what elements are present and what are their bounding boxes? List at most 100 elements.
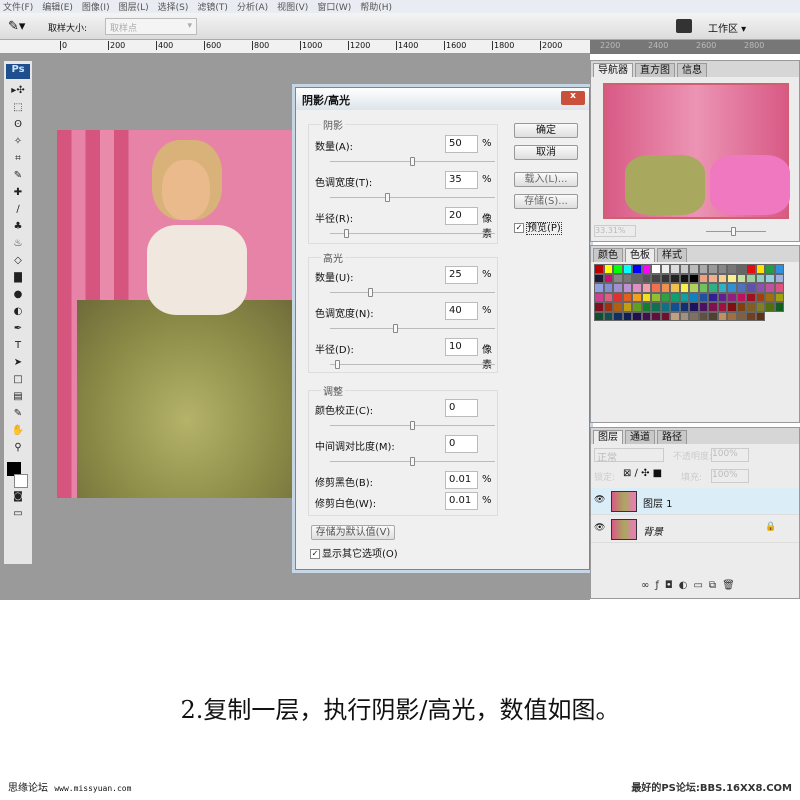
slider-thumb[interactable] [409, 457, 415, 466]
notes-tool-icon[interactable]: ▤ [4, 388, 32, 405]
color-swatch[interactable] [660, 264, 670, 274]
quick-mask-icon[interactable]: ◙ [4, 488, 32, 505]
color-swatch[interactable] [603, 311, 613, 321]
color-swatch[interactable] [622, 264, 632, 274]
color-swatch[interactable] [622, 283, 632, 293]
color-swatch[interactable] [679, 273, 689, 283]
menu-item[interactable]: 图层(L) [119, 0, 149, 13]
color-swatch[interactable] [755, 264, 765, 274]
color-correction-slider[interactable] [330, 421, 495, 433]
tab-2[interactable]: 直方图 [635, 63, 675, 77]
color-swatch[interactable] [632, 302, 642, 312]
color-swatch[interactable] [613, 311, 623, 321]
tab-2[interactable]: 通道 [625, 430, 655, 444]
layer-row[interactable]: 👁 图层 1 [591, 488, 799, 515]
eyedropper-tool-icon[interactable]: ✎ [4, 167, 32, 184]
color-swatch[interactable] [651, 302, 661, 312]
color-swatch[interactable] [651, 311, 661, 321]
color-swatch[interactable] [594, 292, 604, 302]
color-swatch[interactable] [641, 283, 651, 293]
color-swatch[interactable] [736, 283, 746, 293]
slider-thumb[interactable] [731, 227, 736, 236]
lasso-tool-icon[interactable]: ʘ [4, 116, 32, 133]
lock-icons[interactable]: ⊠ ∕ ✣ ■ [623, 468, 662, 479]
color-swatch[interactable] [670, 273, 680, 283]
color-swatch[interactable] [622, 311, 632, 321]
color-swatch[interactable] [755, 311, 765, 321]
color-swatch[interactable] [698, 273, 708, 283]
highlight-radius-input[interactable]: 10 [445, 338, 478, 356]
color-swatch[interactable] [774, 264, 784, 274]
color-swatch[interactable] [603, 302, 613, 312]
color-swatch[interactable] [717, 273, 727, 283]
color-swatch[interactable] [660, 302, 670, 312]
move-tool-icon[interactable]: ▸✣ [4, 82, 32, 99]
bridge-icon[interactable] [676, 19, 692, 33]
color-swatch[interactable] [746, 273, 756, 283]
slider-thumb[interactable] [368, 288, 374, 297]
zoom-tool-icon[interactable]: ⚲ [4, 439, 32, 456]
color-swatch[interactable] [736, 273, 746, 283]
load-button[interactable]: 载入(L)... [514, 172, 578, 187]
color-swatch[interactable] [594, 302, 604, 312]
color-swatch[interactable] [670, 264, 680, 274]
eye-icon[interactable]: 👁 [594, 523, 605, 533]
color-swatch[interactable] [689, 311, 699, 321]
navigator-zoom-slider[interactable] [706, 227, 766, 236]
color-swatch[interactable] [717, 302, 727, 312]
shadow-tone-slider[interactable] [330, 193, 495, 205]
slider-thumb[interactable] [393, 324, 398, 333]
color-swatch[interactable] [594, 264, 604, 274]
eyedropper-tool-icon[interactable]: ✎▾ [8, 19, 25, 34]
shadow-radius-input[interactable]: 20 [445, 207, 478, 225]
color-swatch[interactable] [622, 302, 632, 312]
color-swatch[interactable] [622, 273, 632, 283]
color-swatch[interactable] [632, 264, 642, 274]
highlight-amount-slider[interactable] [330, 288, 495, 300]
color-swatch[interactable] [765, 264, 775, 274]
color-swatch[interactable] [679, 292, 689, 302]
tab-1[interactable]: 导航器 [593, 63, 633, 77]
color-swatch[interactable] [755, 273, 765, 283]
brush-tool-icon[interactable]: ∕ [4, 201, 32, 218]
color-swatch[interactable] [765, 302, 775, 312]
color-swatch[interactable] [613, 302, 623, 312]
midtone-contrast-input[interactable]: 0 [445, 435, 478, 453]
save-button[interactable]: 存储(S)... [514, 194, 578, 209]
opacity-input[interactable]: 100% [711, 448, 749, 462]
color-swatch[interactable] [660, 311, 670, 321]
color-swatch[interactable] [613, 292, 623, 302]
stamp-tool-icon[interactable]: ♣ [4, 218, 32, 235]
color-swatch[interactable] [698, 292, 708, 302]
color-swatch[interactable] [641, 311, 651, 321]
color-swatch[interactable] [727, 273, 737, 283]
color-swatch[interactable] [679, 311, 689, 321]
color-swatch[interactable] [660, 283, 670, 293]
color-swatch[interactable] [736, 311, 746, 321]
color-swatch[interactable] [660, 292, 670, 302]
blur-tool-icon[interactable]: ● [4, 286, 32, 303]
color-swatch[interactable] [717, 283, 727, 293]
color-swatch[interactable] [651, 264, 661, 274]
background-color-swatch[interactable] [14, 474, 28, 488]
color-swatch[interactable] [698, 302, 708, 312]
highlight-tone-input[interactable]: 40 [445, 302, 478, 320]
color-swatch[interactable] [670, 311, 680, 321]
color-swatch[interactable] [651, 283, 661, 293]
color-swatch[interactable] [727, 264, 737, 274]
color-swatch[interactable] [594, 273, 604, 283]
document-image[interactable] [57, 130, 295, 498]
menu-item[interactable]: 滤镜(T) [197, 0, 228, 13]
slider-thumb[interactable] [335, 360, 341, 369]
color-swatch[interactable] [746, 302, 756, 312]
color-swatch[interactable] [632, 273, 642, 283]
crop-tool-icon[interactable]: ⌗ [4, 150, 32, 167]
color-swatch[interactable] [641, 302, 651, 312]
pen-tool-icon[interactable]: ✒ [4, 320, 32, 337]
quick-select-tool-icon[interactable]: ✧ [4, 133, 32, 150]
healing-tool-icon[interactable]: ✚ [4, 184, 32, 201]
layers-footer-icons[interactable]: ∞ƒ◘◐▭⧉🗑 [641, 580, 741, 591]
color-swatch[interactable] [613, 264, 623, 274]
color-swatch[interactable] [708, 264, 718, 274]
tab-1[interactable]: 图层 [593, 430, 623, 444]
